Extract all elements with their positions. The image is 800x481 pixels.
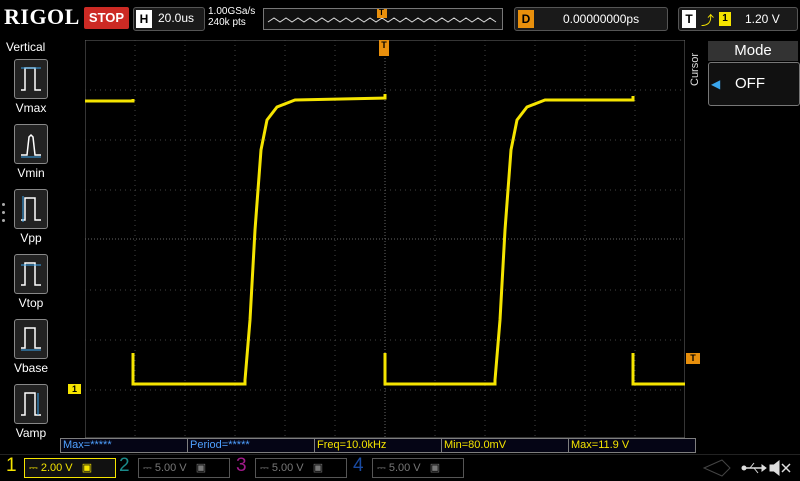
vamp-button[interactable]: [14, 384, 48, 424]
ch1-number[interactable]: 1: [6, 455, 17, 477]
vmax-icon: [21, 67, 41, 91]
sample-rate: 1.00GSa/s: [208, 6, 256, 17]
rising-edge-icon: ⤴: [701, 13, 715, 28]
vmax-button[interactable]: [14, 59, 48, 99]
speaker-muted-icon: [769, 459, 791, 477]
ch1-scale: 2.00 V: [40, 462, 73, 474]
measure-freq[interactable]: Freq=10.0kHz: [314, 438, 442, 453]
ch2-scale: 5.00 V: [154, 462, 187, 474]
acquisition-info: 1.00GSa/s 240k pts: [208, 6, 255, 28]
vamp-label: Vamp: [15, 426, 47, 440]
usb-icon: [741, 462, 767, 474]
trigger-position-mini-marker: T: [379, 8, 384, 17]
trigger-level-marker[interactable]: T: [686, 353, 700, 364]
t-tag: T: [682, 10, 696, 28]
trigger-position-marker[interactable]: T: [379, 40, 389, 56]
memory-depth: 240k pts: [208, 17, 246, 28]
h-tag: H: [136, 10, 152, 28]
cursor-menu-label: Cursor: [689, 52, 701, 86]
ch1-coupling-icon: ⎓: [29, 462, 38, 474]
vmin-button[interactable]: [14, 124, 48, 164]
trigger-level-value: 1.20 V: [745, 12, 780, 26]
delay-value: 0.00000000ps: [563, 12, 640, 26]
ch3-scale: 5.00 V: [271, 462, 304, 474]
timebase-value: 20.0us: [158, 11, 195, 25]
measure-max[interactable]: Max=11.9 V: [568, 438, 696, 453]
ch4-scale: 5.00 V: [388, 462, 421, 474]
ch4-number[interactable]: 4: [353, 455, 364, 477]
brand-logo: RIGOL: [4, 4, 80, 29]
ch3-coupling-icon: ⎓: [260, 462, 269, 474]
status-icons: [702, 459, 791, 477]
ch2-number[interactable]: 2: [119, 455, 130, 477]
vmin-icon: [21, 133, 41, 158]
vtop-label: Vtop: [18, 296, 44, 310]
ch2-bw-icon: ▣: [195, 462, 207, 474]
ch3-settings[interactable]: ⎓ 5.00 V ▣: [255, 458, 347, 478]
ch1-settings[interactable]: ⎓ 2.00 V ▣: [24, 458, 116, 478]
vmax-label: Vmax: [15, 101, 47, 115]
ch1-offset-marker[interactable]: 1: [68, 384, 81, 394]
ch4-coupling-icon: ⎓: [377, 462, 386, 474]
ch4-bw-icon: ▣: [429, 462, 441, 474]
ch3-bw-icon: ▣: [312, 462, 324, 474]
vmin-label: Vmin: [17, 166, 45, 180]
trigger-source: 1: [719, 12, 731, 26]
memory-position-bar[interactable]: T: [263, 8, 503, 30]
horizontal-timebase[interactable]: H 20.0us: [133, 7, 205, 31]
mode-value: OFF: [735, 75, 765, 92]
measurement-strip: Max=***** Period=***** Freq=10.0kHz Min=…: [60, 438, 696, 453]
selector-arrow-icon: ◀: [711, 77, 721, 91]
measure-min[interactable]: Min=80.0mV: [441, 438, 569, 453]
measure-period[interactable]: Period=*****: [187, 438, 315, 453]
cursor-mode-button[interactable]: ◀ OFF: [708, 62, 800, 106]
ch4-settings[interactable]: ⎓ 5.00 V ▣: [372, 458, 464, 478]
vpp-icon: [21, 196, 41, 222]
vpp-label: Vpp: [20, 231, 42, 245]
menu-title: Vertical: [6, 40, 46, 54]
measure-max-blue[interactable]: Max=*****: [60, 438, 188, 453]
trigger-box[interactable]: T ⤴ 1 1.20 V: [678, 7, 798, 31]
vamp-icon: [21, 392, 41, 416]
delay-box[interactable]: D 0.00000000ps: [514, 7, 668, 31]
vtop-button[interactable]: [14, 254, 48, 294]
ch2-coupling-icon: ⎓: [143, 462, 152, 474]
mode-title: Mode: [708, 41, 798, 61]
run-stop-button[interactable]: STOP: [84, 7, 129, 29]
ch1-bw-icon: ▣: [81, 462, 93, 474]
waveform-display: [85, 40, 685, 438]
vbase-button[interactable]: [14, 319, 48, 359]
ch3-number[interactable]: 3: [236, 455, 247, 477]
vpp-button[interactable]: [14, 189, 48, 229]
vbase-icon: [21, 327, 41, 351]
vbase-label: Vbase: [13, 361, 49, 375]
page-dots: [2, 203, 6, 227]
d-tag: D: [518, 10, 534, 28]
vtop-icon: [21, 262, 41, 286]
ch2-settings[interactable]: ⎓ 5.00 V ▣: [138, 458, 230, 478]
